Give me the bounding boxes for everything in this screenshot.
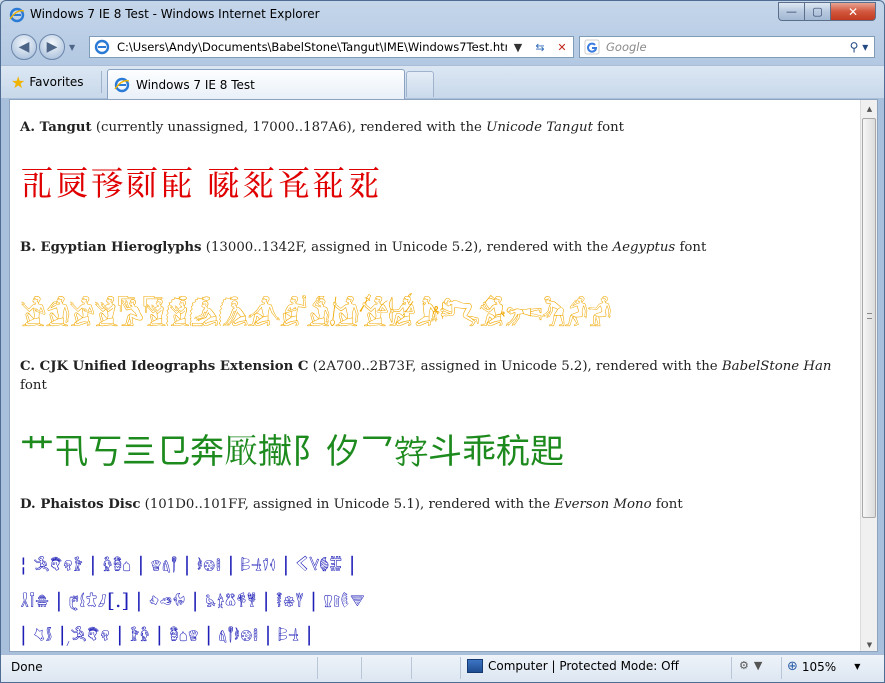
new-tab-button[interactable]	[406, 71, 434, 97]
google-logo-icon	[584, 39, 600, 55]
tab-active[interactable]: Windows 7 IE 8 Test	[107, 69, 405, 99]
font-name: Aegyptus	[612, 240, 676, 255]
section-desc-end: font	[651, 497, 683, 512]
section-desc-end: font	[675, 240, 707, 255]
ie-page-icon	[114, 77, 130, 92]
section-title: C. CJK Unified Ideographs Extension C	[20, 359, 309, 374]
section-tangut-heading: A. Tangut (currently unassigned, 17000..…	[20, 118, 840, 137]
minimize-icon: —	[786, 5, 797, 18]
tab-label: Windows 7 IE 8 Test	[136, 77, 255, 92]
ie-logo-icon	[9, 7, 25, 23]
star-icon: ★	[11, 72, 26, 92]
grip-icon	[867, 313, 872, 319]
status-divider	[731, 657, 732, 679]
refresh-icon[interactable]: ⇆	[529, 37, 551, 57]
status-bar: Done Computer | Protected Mode: Off ⚙ ▼ ⊕…	[1, 654, 884, 682]
zoom-button[interactable]: ⊕ 105% ▼	[787, 659, 860, 674]
maximize-icon: ▢	[812, 5, 823, 18]
favorites-label: Favorites	[29, 75, 84, 89]
zone-label: Computer | Protected Mode: Off	[488, 659, 679, 673]
status-divider	[411, 657, 412, 679]
status-divider	[317, 657, 318, 679]
scroll-thumb[interactable]	[862, 118, 876, 518]
maximize-button[interactable]: ▢	[804, 2, 831, 21]
browser-window: Windows 7 IE 8 Test - Windows Internet E…	[0, 0, 885, 683]
zoom-level: 105%	[801, 659, 837, 674]
tangut-sample-text: 𗀀𗀁𗀂𗀃𗀄 𗀅𗀆𗀇𗀈𗀉	[20, 164, 382, 204]
status-divider	[460, 657, 461, 679]
close-button[interactable]: ✕	[830, 2, 876, 21]
address-bar[interactable]: C:\Users\Andy\Documents\BabelStone\Tangu…	[89, 36, 574, 58]
section-egyptian-heading: B. Egyptian Hieroglyphs (13000..1342F, a…	[20, 238, 840, 257]
search-input[interactable]: Google	[606, 40, 844, 54]
section-cjk-heading: C. CJK Unified Ideographs Extension C (2…	[20, 357, 840, 395]
address-dropdown-icon[interactable]: ▼	[507, 37, 529, 57]
status-text: Done	[11, 660, 43, 674]
section-title: B. Egyptian Hieroglyphs	[20, 240, 202, 255]
favorites-button[interactable]: ★ Favorites	[11, 71, 84, 93]
cjk-sample-text: 艹卂丂亖㔾奔𠪚擜阝㐴乛𡦂斗乖秔𢁈	[20, 432, 564, 472]
phaistos-line: | 𐇻𐇼 | 𐇽𐇐𐇑𐇒 | 𐇓𐇔 | 𐇕𐇖𐇗 | 𐇘𐇙𐇚𐇛𐇜 | 𐇝𐇞 |	[20, 622, 313, 646]
recent-pages-dropdown[interactable]: ▼	[69, 43, 75, 52]
status-divider	[361, 657, 362, 679]
scroll-up-icon[interactable]: ▲	[861, 100, 877, 117]
chevron-down-icon[interactable]: ▼	[854, 662, 860, 671]
toolbar-divider	[101, 71, 102, 93]
computer-zone-icon	[467, 659, 483, 673]
back-button[interactable]: ◀	[11, 34, 37, 60]
phaistos-line: 𐇥𐇦𐇧 | 𐇨𐇩𐇪𐇫[.] | 𐇬𐇭𐇮 | 𐇯𐇰𐇱𐇲𐇳 | 𐇴𐇵𐇶 | 𐇷𐇸𐇹𐇺	[20, 588, 365, 612]
section-desc: (101D0..101FF, assigned in Unicode 5.1),…	[140, 497, 555, 512]
back-arrow-icon: ◀	[18, 39, 30, 55]
page-icon	[94, 39, 110, 55]
addon-icon: ⚙	[739, 659, 749, 672]
section-title: A. Tangut	[20, 120, 92, 135]
search-box[interactable]: Google ⚲ ▾	[579, 36, 875, 58]
search-icon[interactable]: ⚲ ▾	[844, 40, 874, 54]
section-desc-end: font	[20, 378, 47, 393]
security-zone[interactable]: Computer | Protected Mode: Off	[467, 659, 679, 673]
title-bar[interactable]: Windows 7 IE 8 Test - Windows Internet E…	[1, 1, 884, 29]
font-name: Unicode Tangut	[486, 120, 593, 135]
section-desc: (currently unassigned, 17000..187A6), re…	[91, 120, 487, 135]
font-name: BabelStone Han	[721, 359, 832, 374]
forward-button[interactable]: ▶	[39, 34, 65, 60]
section-title: D. Phaistos Disc	[20, 497, 141, 512]
vertical-scrollbar[interactable]: ▲ ▼	[860, 100, 877, 651]
minimize-button[interactable]: —	[778, 2, 805, 21]
address-input[interactable]: C:\Users\Andy\Documents\BabelStone\Tangu…	[117, 40, 507, 54]
section-desc: (13000..1342F, assigned in Unicode 5.2),…	[201, 240, 613, 255]
phaistos-line: ¦ 𐇐𐇑𐇒𐇓 | 𐇔𐇕𐇖 | 𐇗𐇘𐇙 | 𐇚𐇛𐇜 | 𐇝𐇞𐇟𐇠 | 𐇡𐇢𐇣𐇤 |	[20, 552, 356, 576]
section-phaistos-heading: D. Phaistos Disc (101D0..101FF, assigned…	[20, 495, 840, 514]
forward-arrow-icon: ▶	[46, 39, 58, 55]
status-divider	[781, 657, 782, 679]
favorites-tab-row: ★ Favorites Windows 7 IE 8 Test	[1, 65, 884, 99]
stop-icon[interactable]: ✕	[551, 37, 573, 57]
egyptian-sample-text: 𓀀𓀁𓀂𓀃𓀄𓀅𓀆𓀇𓀈𓀉𓀊𓀋𓀌𓀍𓀎𓀏𓀐𓀑𓀒𓀓𓀔𓀕	[20, 299, 612, 334]
font-name: Everson Mono	[554, 497, 652, 512]
section-desc-end: font	[592, 120, 625, 135]
scroll-down-icon[interactable]: ▼	[861, 636, 877, 651]
section-desc: (2A700..2B73F, assigned in Unicode 5.2),…	[308, 359, 722, 374]
chevron-down-icon: ▼	[753, 659, 763, 672]
magnifier-icon: ⊕	[787, 659, 798, 674]
close-icon: ✕	[847, 4, 859, 19]
document: A. Tangut (currently unassigned, 17000..…	[10, 100, 860, 651]
window-title: Windows 7 IE 8 Test - Windows Internet E…	[30, 7, 320, 21]
addons-button[interactable]: ⚙ ▼	[739, 659, 762, 672]
page-content[interactable]: A. Tangut (currently unassigned, 17000..…	[9, 99, 878, 652]
